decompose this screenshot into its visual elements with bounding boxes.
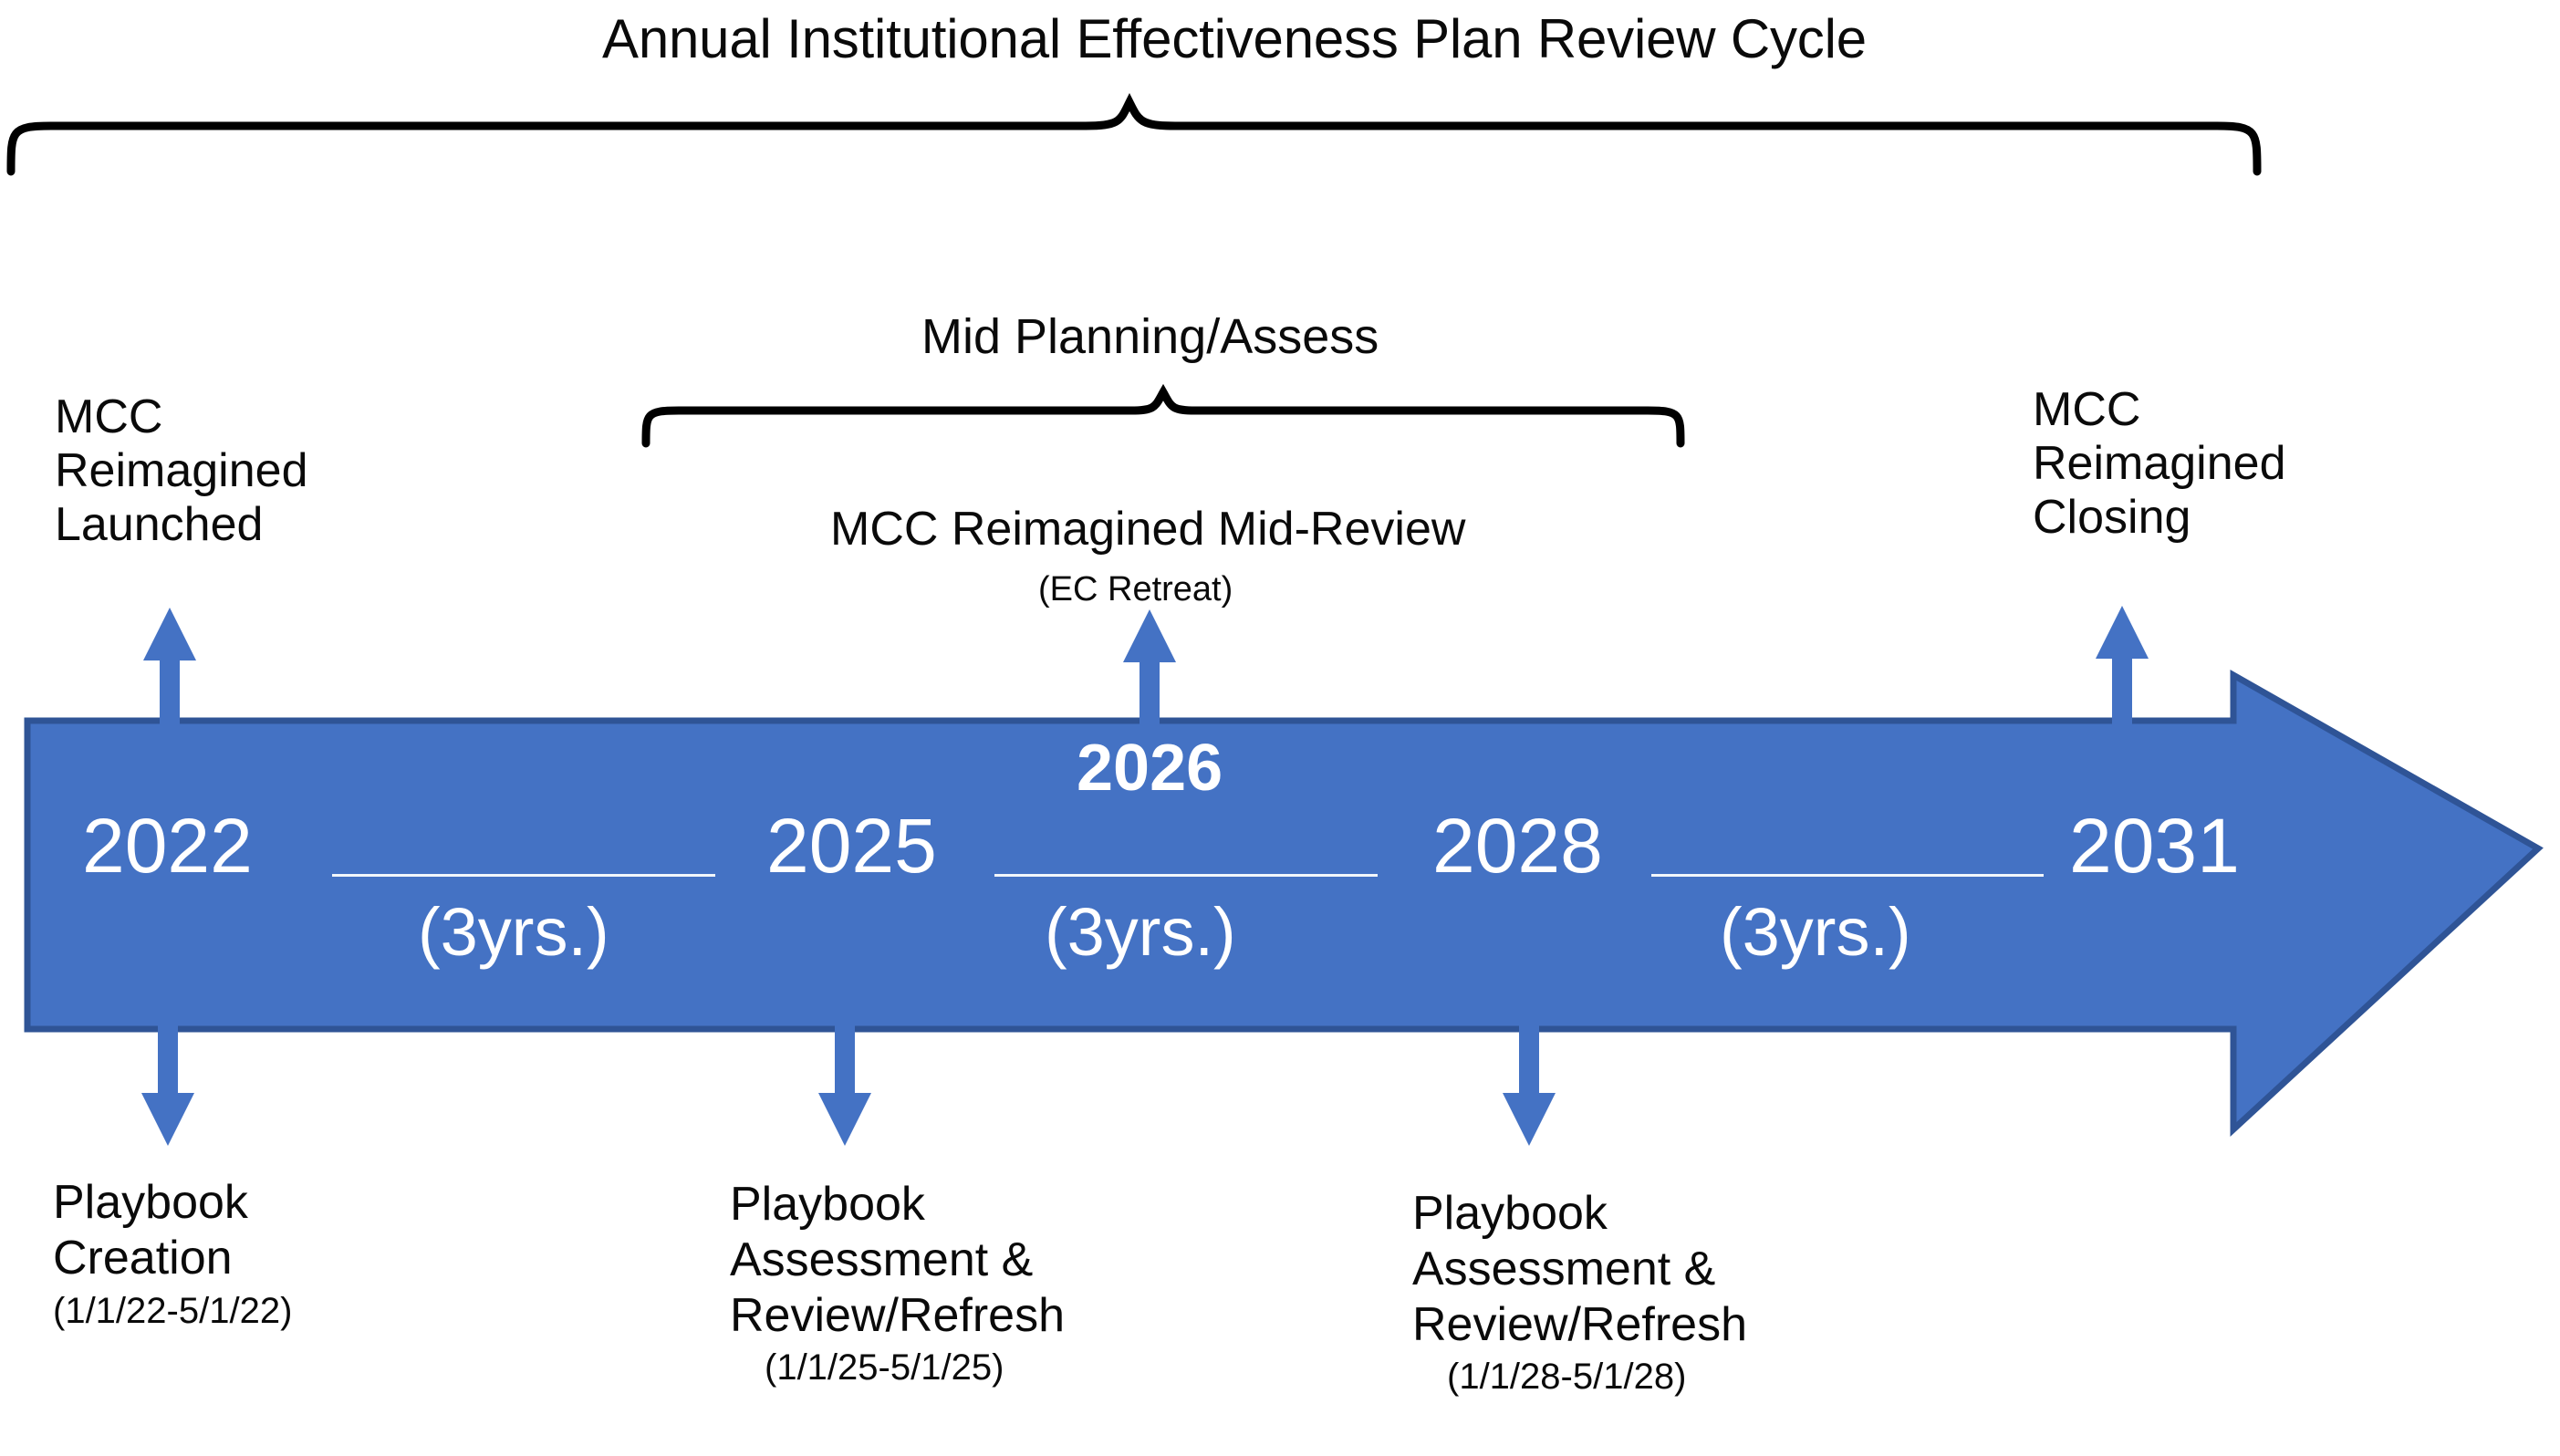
bottom-callout-line-3: Review/Refresh	[730, 1288, 1066, 1342]
bottom-callout-dates: (1/1/22-5/1/22)	[53, 1290, 293, 1331]
callout-line-1: MCC	[2033, 383, 2141, 436]
bottom-callout-line-2: Creation	[53, 1231, 233, 1284]
bottom-callout-line-3: Review/Refresh	[1412, 1297, 1748, 1351]
bottom-callout-dates: (1/1/28-5/1/28)	[1447, 1357, 1687, 1398]
bottom-callout-line-1: Playbook	[1412, 1187, 1608, 1240]
marker-arrow-up-2022	[143, 608, 196, 730]
page-title: Annual Institutional Effectiveness Plan …	[602, 8, 1867, 69]
bottom-callout-playbook-assessment-2028: Playbook Assessment & Review/Refresh (1/…	[1412, 1186, 1841, 1399]
callout-line-2: Reimagined	[55, 443, 308, 497]
milestone-year-2031: 2031	[2069, 803, 2240, 889]
marker-arrow-down-2025	[818, 1025, 871, 1146]
callout-mcc-reimagined-mid-review: MCC Reimagined Mid-Review	[830, 503, 1466, 556]
bottom-callout-playbook-creation: Playbook Creation (1/1/22-5/1/22)	[53, 1175, 418, 1332]
bottom-callout-line-1: Playbook	[53, 1176, 248, 1229]
callout-line-2: Reimagined	[2033, 436, 2286, 490]
mid-bracket	[639, 383, 1688, 448]
marker-arrow-down-2022	[141, 1025, 194, 1146]
timeline-diagram-canvas: Annual Institutional Effectiveness Plan …	[0, 0, 2560, 1456]
callout-line-3: Closing	[2033, 490, 2191, 544]
bottom-callout-dates: (1/1/25-5/1/25)	[765, 1347, 1004, 1388]
interval-label-2: (3yrs.)	[1045, 894, 1236, 970]
bottom-callout-playbook-assessment-2025: Playbook Assessment & Review/Refresh (1/…	[730, 1177, 1159, 1389]
milestone-year-2028: 2028	[1432, 803, 1603, 889]
callout-ec-retreat: (EC Retreat)	[1038, 570, 1233, 608]
milestone-year-2026: 2026	[1077, 732, 1223, 805]
bottom-callout-line-2: Assessment &	[1412, 1242, 1716, 1295]
callout-line-3: Launched	[55, 497, 264, 551]
milestone-year-2025: 2025	[766, 803, 937, 889]
milestone-year-2022: 2022	[82, 803, 253, 889]
marker-arrow-down-2028	[1503, 1025, 1556, 1146]
bottom-callout-line-2: Assessment &	[730, 1232, 1034, 1286]
interval-rule-1	[332, 874, 715, 877]
callout-mcc-reimagined-launched: MCC Reimagined Launched	[55, 390, 401, 551]
interval-rule-3	[1651, 874, 2044, 877]
marker-arrow-up-2031	[2096, 606, 2149, 730]
callout-line-1: MCC	[55, 390, 163, 443]
interval-rule-2	[994, 874, 1378, 877]
interval-label-1: (3yrs.)	[418, 894, 609, 970]
interval-label-3: (3yrs.)	[1720, 894, 1911, 970]
callout-mcc-reimagined-closing: MCC Reimagined Closing	[2033, 383, 2343, 544]
marker-arrow-up-2026	[1123, 609, 1176, 732]
mid-bracket-label: Mid Planning/Assess	[921, 309, 1379, 364]
top-bracket	[0, 92, 2281, 176]
bottom-callout-line-1: Playbook	[730, 1178, 925, 1231]
